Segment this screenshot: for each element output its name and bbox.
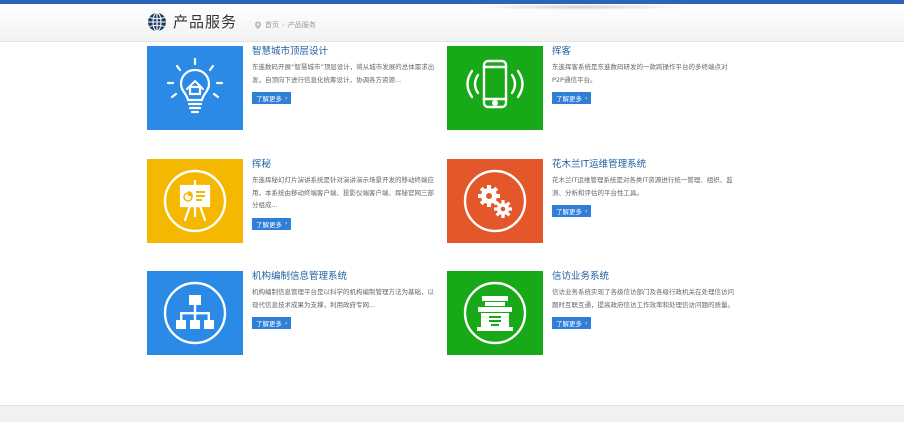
- learn-more-label: 了解更多: [556, 320, 582, 328]
- breadcrumb-separator: ›: [282, 21, 285, 29]
- learn-more-button[interactable]: 了解更多 ›: [252, 92, 292, 104]
- product-tile[interactable]: [147, 159, 243, 243]
- document-tray-icon: [463, 281, 527, 345]
- product-description: 机构编制信息管理平台是以科学的机构编制管理方法为基础，以现代信息技术成果为支撑，…: [252, 288, 434, 309]
- product-description: 东進挥客系统是东進数码研发的一款跨操作平台的多终端点对P2P通信平台。: [552, 63, 728, 84]
- org-chart-icon: [163, 281, 227, 345]
- product-title[interactable]: 花木兰IT运维管理系统: [552, 159, 737, 171]
- product-tile[interactable]: [447, 159, 543, 243]
- product-card: 挥秘 东進挥秘幻灯片演讲系统是针对演讲演示场景开发的移动终端应用，本系统由移动终…: [147, 159, 447, 245]
- product-description: 东進挥秘幻灯片演讲系统是针对演讲演示场景开发的移动终端应用，本系统由移动终端客户…: [252, 176, 434, 209]
- product-description: 花木兰IT运维管理系统是对各类IT资源进行统一管理、组织、监测、分析和评估的平台…: [552, 176, 733, 197]
- learn-more-label: 了解更多: [556, 95, 582, 103]
- product-card: 信访业务系统 信访业务系统实现了各级信访部门及各级行政机关在处理信访问题时互联互…: [447, 271, 747, 357]
- product-title[interactable]: 智慧城市顶层设计: [252, 46, 437, 58]
- breadcrumb-home-link[interactable]: 首页: [265, 20, 279, 30]
- arrow-right-icon: ›: [585, 207, 588, 215]
- product-card: 花木兰IT运维管理系统 花木兰IT运维管理系统是对各类IT资源进行统一管理、组织…: [447, 159, 747, 245]
- product-description: 东進数码开展“智慧城市”顶层设计，将从城市发展的总体需求出发，自顶向下进行信息化…: [252, 63, 435, 84]
- location-pin-icon: [255, 21, 261, 29]
- product-title[interactable]: 挥客: [552, 46, 737, 58]
- product-title[interactable]: 信访业务系统: [552, 271, 737, 283]
- product-card: 智慧城市顶层设计 东進数码开展“智慧城市”顶层设计，将从城市发展的总体需求出发，…: [147, 46, 447, 132]
- learn-more-button[interactable]: 了解更多 ›: [252, 317, 292, 329]
- product-tile[interactable]: [147, 271, 243, 355]
- arrow-right-icon: ›: [285, 220, 288, 227]
- learn-more-button[interactable]: 了解更多 ›: [552, 317, 592, 329]
- header-decoration: [470, 4, 690, 10]
- globe-icon: [148, 12, 166, 32]
- product-title[interactable]: 挥秘: [252, 159, 437, 171]
- learn-more-label: 了解更多: [556, 208, 582, 216]
- page-header: [0, 4, 904, 42]
- lightbulb-icon: [166, 57, 224, 114]
- presentation-board-icon: [163, 169, 227, 233]
- arrow-right-icon: ›: [585, 94, 588, 102]
- arrow-right-icon: ›: [285, 319, 288, 327]
- arrow-right-icon: ›: [585, 319, 588, 327]
- breadcrumb-current: 产品服务: [287, 21, 316, 29]
- learn-more-button[interactable]: 了解更多 ›: [252, 217, 292, 230]
- learn-more-label: 了解更多: [256, 320, 282, 328]
- learn-more-label: 了解更多: [256, 220, 282, 229]
- product-description: 信访业务系统实现了各级信访部门及各级行政机关在处理信访问题时互联互通，提高政府信…: [552, 288, 734, 309]
- product-tile[interactable]: [447, 46, 543, 130]
- gears-icon: [463, 169, 527, 233]
- product-card: 机构编制信息管理系统 机构编制信息管理平台是以科学的机构编制管理方法为基础，以现…: [147, 271, 447, 357]
- mobile-phone-icon: [466, 59, 524, 109]
- page-title: 产品服务: [173, 13, 238, 31]
- product-card: 挥客 东進挥客系统是东進数码研发的一款跨操作平台的多终端点对P2P通信平台。 了…: [447, 46, 747, 132]
- breadcrumb: 首页 › 产品服务: [254, 20, 316, 30]
- page-footer: [0, 405, 904, 422]
- product-tile[interactable]: [147, 46, 243, 130]
- learn-more-button[interactable]: 了解更多 ›: [552, 205, 592, 217]
- product-title[interactable]: 机构编制信息管理系统: [252, 271, 437, 283]
- learn-more-label: 了解更多: [256, 95, 282, 103]
- product-tile[interactable]: [447, 271, 543, 355]
- arrow-right-icon: ›: [285, 94, 288, 102]
- learn-more-button[interactable]: 了解更多 ›: [552, 92, 592, 104]
